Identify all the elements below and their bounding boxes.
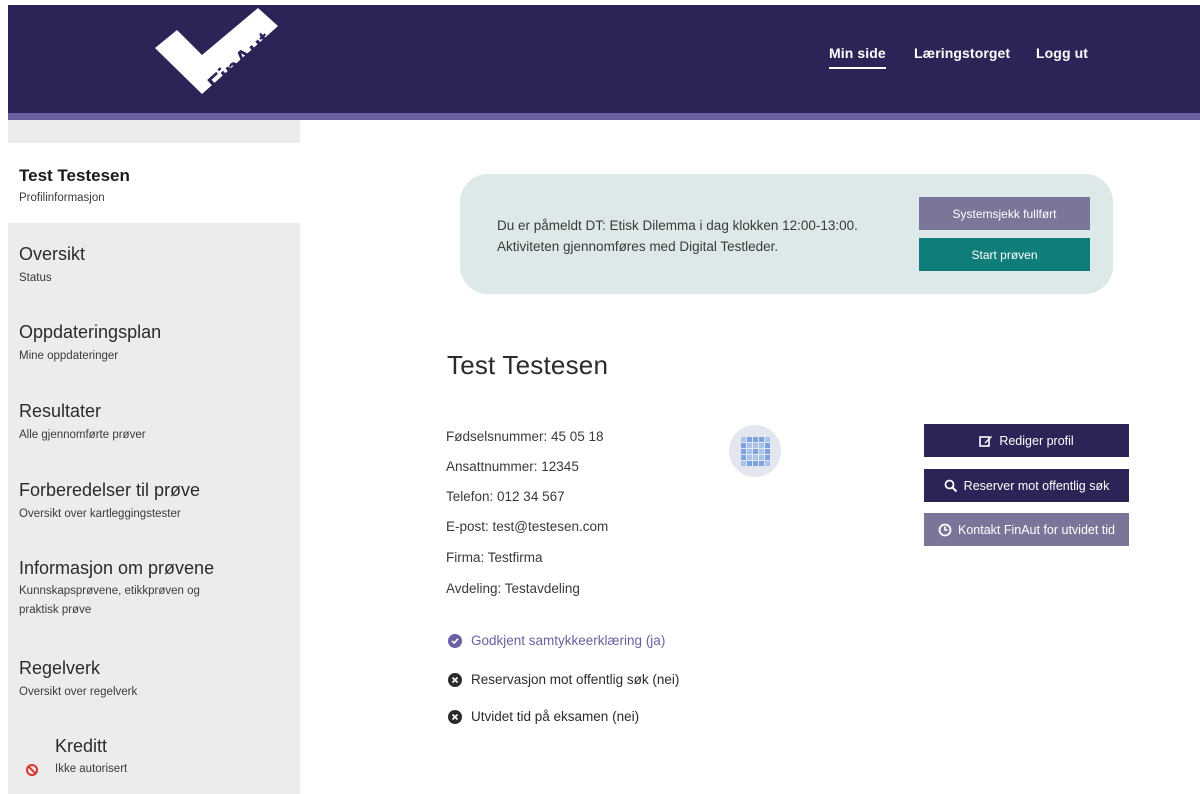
sidebar-item-subtitle: Oversikt over kartleggingstester bbox=[19, 508, 181, 520]
sidebar-item-subtitle: Oversikt over regelverk bbox=[19, 686, 138, 698]
sidebar-item-oppdateringsplan[interactable]: Oppdateringsplan Mine oppdateringer bbox=[19, 321, 279, 367]
sidebar-item-title: Test Testesen bbox=[19, 166, 130, 185]
banner-line-1: Du er påmeldt DT: Etisk Dilemma i dag kl… bbox=[497, 218, 858, 233]
sidebar-item-subtitle-line1: Kunnskapsprøvene, etikkprøven og bbox=[19, 585, 200, 597]
edit-profile-button[interactable]: Rediger profil bbox=[924, 424, 1129, 457]
status-consent: Godkjent samtykkeerklæring (ja) bbox=[448, 633, 665, 648]
sidebar-item-title: Kreditt bbox=[55, 736, 108, 756]
sidebar-item-subtitle: Mine oppdateringer bbox=[19, 350, 119, 362]
sidebar-item-subtitle: Ikke autorisert bbox=[55, 763, 128, 775]
sidebar-item-profile[interactable]: Test Testesen Profilinformasjon bbox=[19, 165, 279, 209]
avatar-identicon bbox=[740, 436, 770, 466]
sidebar-item-title: Forberedelser til prøve bbox=[19, 480, 201, 500]
x-circle-icon bbox=[448, 672, 462, 687]
x-circle-icon bbox=[448, 709, 462, 724]
sidebar-item-oversikt[interactable]: Oversikt Status bbox=[19, 243, 279, 289]
banner-line-2: Aktiviteten gjennomføres med Digital Tes… bbox=[497, 239, 779, 254]
sidebar-item-forberedelser[interactable]: Forberedelser til prøve Oversikt over ka… bbox=[19, 479, 279, 525]
sidebar-item-subtitle: Profilinformasjon bbox=[19, 192, 105, 204]
edit-icon bbox=[979, 435, 993, 447]
sidebar-item-informasjon[interactable]: Informasjon om prøvene Kunnskapsprøvene,… bbox=[19, 557, 279, 620]
nav-laeringstorget[interactable]: Læringstorget bbox=[914, 45, 1010, 61]
sidebar-item-subtitle: Kunnskapsprøvene, etikkprøven og praktis… bbox=[19, 582, 279, 620]
sidebar-item-title: Oppdateringsplan bbox=[19, 322, 162, 342]
info-fodselsnummer: Fødselsnummer: 45 05 18 bbox=[446, 429, 604, 444]
edit-profile-label: Rediger profil bbox=[999, 433, 1074, 448]
search-icon bbox=[944, 479, 957, 492]
start-exam-button[interactable]: Start prøven bbox=[919, 238, 1090, 271]
info-epost: E-post: test@testesen.com bbox=[446, 519, 609, 534]
sidebar-item-title: Informasjon om prøvene bbox=[19, 558, 215, 578]
avatar bbox=[729, 425, 781, 477]
forbidden-icon bbox=[26, 764, 38, 776]
check-circle-icon bbox=[448, 633, 462, 648]
sidebar-item-title: Resultater bbox=[19, 401, 102, 421]
sidebar-item-kreditt[interactable]: Kreditt Ikke autorisert bbox=[55, 735, 315, 780]
sidebar-item-subtitle: Status bbox=[19, 272, 52, 284]
reserve-search-label: Reserver mot offentlig søk bbox=[963, 478, 1110, 493]
finaut-logo[interactable]: FinAut bbox=[150, 8, 290, 108]
sidebar-item-subtitle: Alle gjennomførte prøver bbox=[19, 429, 146, 441]
sidebar-item-subtitle-line2: praktisk prøve bbox=[19, 604, 92, 616]
nav-logg-ut[interactable]: Logg ut bbox=[1036, 45, 1088, 61]
sidebar-item-regelverk[interactable]: Regelverk Oversikt over regelverk bbox=[19, 657, 279, 703]
top-header: FinAut bbox=[8, 5, 1200, 113]
system-check-button[interactable]: Systemsjekk fullført bbox=[919, 197, 1090, 230]
status-extended-time: Utvidet tid på eksamen (nei) bbox=[448, 709, 639, 724]
contact-extended-time-label: Kontakt FinAut for utvidet tid bbox=[957, 522, 1116, 537]
banner-text: Du er påmeldt DT: Etisk Dilemma i dag kl… bbox=[497, 215, 907, 257]
status-label: Utvidet tid på eksamen (nei) bbox=[471, 709, 640, 724]
header-stripe bbox=[8, 113, 1200, 120]
info-firma: Firma: Testfirma bbox=[446, 550, 543, 565]
contact-extended-time-button[interactable]: Kontakt FinAut for utvidet tid bbox=[924, 513, 1129, 546]
sidebar-item-resultater[interactable]: Resultater Alle gjennomførte prøver bbox=[19, 400, 279, 446]
clock-icon bbox=[938, 523, 952, 536]
nav-min-side[interactable]: Min side bbox=[829, 45, 886, 69]
info-ansattnummer: Ansattnummer: 12345 bbox=[446, 459, 579, 474]
profile-name-heading: Test Testesen bbox=[447, 350, 609, 380]
sidebar-item-title: Regelverk bbox=[19, 658, 101, 678]
sidebar-item-title: Oversikt bbox=[19, 244, 86, 264]
sidebar-top-strip bbox=[8, 120, 300, 143]
status-reservation: Reservasjon mot offentlig søk (nei) bbox=[448, 672, 679, 687]
status-label: Reservasjon mot offentlig søk (nei) bbox=[471, 672, 680, 687]
status-label: Godkjent samtykkeerklæring (ja) bbox=[471, 633, 666, 648]
info-avdeling: Avdeling: Testavdeling bbox=[446, 581, 580, 596]
reserve-search-button[interactable]: Reserver mot offentlig søk bbox=[924, 469, 1129, 502]
info-telefon: Telefon: 012 34 567 bbox=[446, 489, 565, 504]
